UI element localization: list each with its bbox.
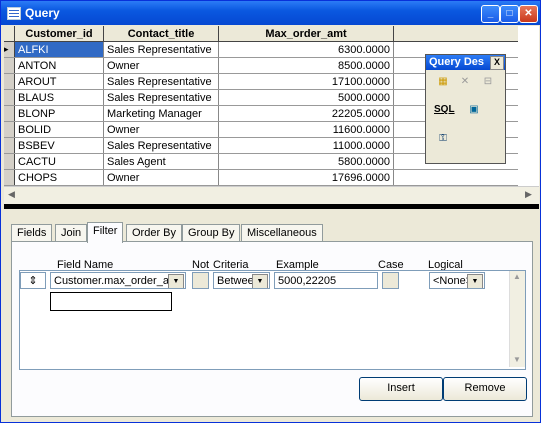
tab-miscellaneous[interactable]: Miscellaneous (241, 224, 323, 242)
close-icon[interactable]: X (490, 56, 504, 70)
scroll-up-icon[interactable]: ▲ (513, 272, 521, 281)
table-cell[interactable]: BOLID (14, 121, 104, 138)
field-name-value: Customer.max_order_amt (54, 275, 182, 287)
filter-panel: Field Name Not Criteria Example Case Log… (11, 241, 533, 417)
row-selector[interactable] (4, 73, 15, 90)
table-cell[interactable]: 22205.0000 (218, 105, 394, 122)
scroll-left-icon[interactable]: ◀ (8, 189, 15, 200)
table-cell[interactable]: BLAUS (14, 89, 104, 106)
column-header[interactable]: Customer_id (14, 26, 104, 42)
scroll-down-icon[interactable]: ▼ (513, 355, 521, 364)
column-header[interactable]: Max_order_amt (218, 26, 394, 42)
horizontal-scrollbar[interactable]: ◀ ▶ (4, 186, 539, 204)
tab-join[interactable]: Join (55, 224, 88, 242)
logical-select[interactable]: <None> ▼ (429, 272, 485, 289)
table-cell[interactable]: Owner (103, 57, 219, 74)
table-cell[interactable]: 5800.0000 (218, 153, 394, 170)
scroll-right-icon[interactable]: ▶ (525, 189, 532, 200)
table-cell[interactable]: Sales Representative (103, 137, 219, 154)
tab-filter[interactable]: Filter (87, 222, 124, 243)
row-selector[interactable] (4, 137, 15, 154)
row-selector[interactable] (4, 89, 15, 106)
query-designer-toolbar[interactable]: Query Des X ▦ ✕ ⊟ SQL ▣ ⚿ (425, 54, 506, 164)
table-cell[interactable]: 8500.0000 (218, 57, 394, 74)
row-selector[interactable] (4, 153, 15, 170)
chevron-down-icon[interactable]: ▼ (467, 274, 483, 288)
table-cell[interactable]: BLONP (14, 105, 104, 122)
filter-grid: ⇕ Customer.max_order_amt ▼ Between ▼ 500… (19, 270, 526, 370)
table-cell[interactable]: ALFKI (14, 41, 104, 58)
not-checkbox[interactable] (192, 272, 209, 289)
insert-button[interactable]: Insert (359, 377, 443, 401)
new-field-input[interactable] (50, 292, 172, 311)
row-selector[interactable] (4, 105, 15, 122)
empty-cell (393, 169, 518, 186)
table-cell[interactable]: 17100.0000 (218, 73, 394, 90)
keys-icon[interactable]: ⚿ (434, 133, 452, 149)
table-cell[interactable]: 6300.0000 (218, 41, 394, 58)
view-icon[interactable]: ▣ (465, 104, 483, 120)
case-checkbox[interactable] (382, 272, 399, 289)
tab-fields[interactable]: Fields (11, 224, 53, 242)
table-cell[interactable]: Marketing Manager (103, 105, 219, 122)
table-cell[interactable]: Sales Agent (103, 153, 219, 170)
chevron-down-icon[interactable]: ▼ (168, 274, 184, 288)
window-title: Query (25, 6, 60, 20)
table-cell[interactable]: Owner (103, 169, 219, 186)
row-selector[interactable] (4, 57, 15, 74)
sql-icon[interactable]: SQL (434, 104, 455, 120)
table-cell[interactable]: 11000.0000 (218, 137, 394, 154)
vertical-scrollbar[interactable]: ▲ ▼ (509, 271, 525, 367)
table-cell[interactable]: Sales Representative (103, 89, 219, 106)
column-header[interactable]: Contact_title (103, 26, 219, 42)
query-designer-title-text: Query Des (429, 56, 485, 68)
table-cell[interactable]: Owner (103, 121, 219, 138)
field-name-select[interactable]: Customer.max_order_amt ▼ (50, 272, 186, 289)
row-selector[interactable] (4, 169, 15, 186)
table-cell[interactable]: CACTU (14, 153, 104, 170)
remove-button[interactable]: Remove (443, 377, 527, 401)
query-window: Query _ □ ✕ Customer_id Contact_title Ma… (0, 0, 541, 423)
table-cell[interactable]: AROUT (14, 73, 104, 90)
example-input[interactable]: 5000,22205 (274, 272, 378, 289)
table-cell[interactable]: 11600.0000 (218, 121, 394, 138)
tab-order-by[interactable]: Order By (126, 224, 183, 242)
criteria-select[interactable]: Between ▼ (213, 272, 270, 289)
delete-icon[interactable]: ✕ (456, 76, 474, 92)
table-cell[interactable]: Sales Representative (103, 73, 219, 90)
add-table-icon[interactable]: ▦ (434, 76, 452, 92)
table-cell[interactable]: Sales Representative (103, 41, 219, 58)
row-selector[interactable] (4, 121, 15, 138)
query-designer-title[interactable]: Query Des X (426, 55, 505, 70)
table-cell[interactable]: CHOPS (14, 169, 104, 186)
join-icon[interactable]: ⊟ (479, 76, 497, 92)
chevron-down-icon[interactable]: ▼ (252, 274, 268, 288)
table-cell[interactable]: 5000.0000 (218, 89, 394, 106)
table-cell[interactable]: 17696.0000 (218, 169, 394, 186)
query-window-icon (7, 7, 21, 20)
row-move-handle[interactable]: ⇕ (20, 272, 46, 289)
maximize-button[interactable]: □ (500, 5, 519, 23)
table-cell[interactable]: ANTON (14, 57, 104, 74)
table-row[interactable]: CHOPS Owner 17696.0000 (4, 169, 518, 186)
table-cell[interactable]: BSBEV (14, 137, 104, 154)
row-selector[interactable]: ▸ (4, 41, 15, 58)
tab-group-by[interactable]: Group By (182, 224, 241, 242)
empty-header (393, 26, 518, 42)
close-button[interactable]: ✕ (519, 5, 538, 23)
splitter[interactable] (4, 204, 539, 209)
minimize-button[interactable]: _ (481, 5, 500, 23)
row-selector-header (4, 26, 15, 42)
title-bar[interactable]: Query _ □ ✕ (1, 1, 540, 25)
